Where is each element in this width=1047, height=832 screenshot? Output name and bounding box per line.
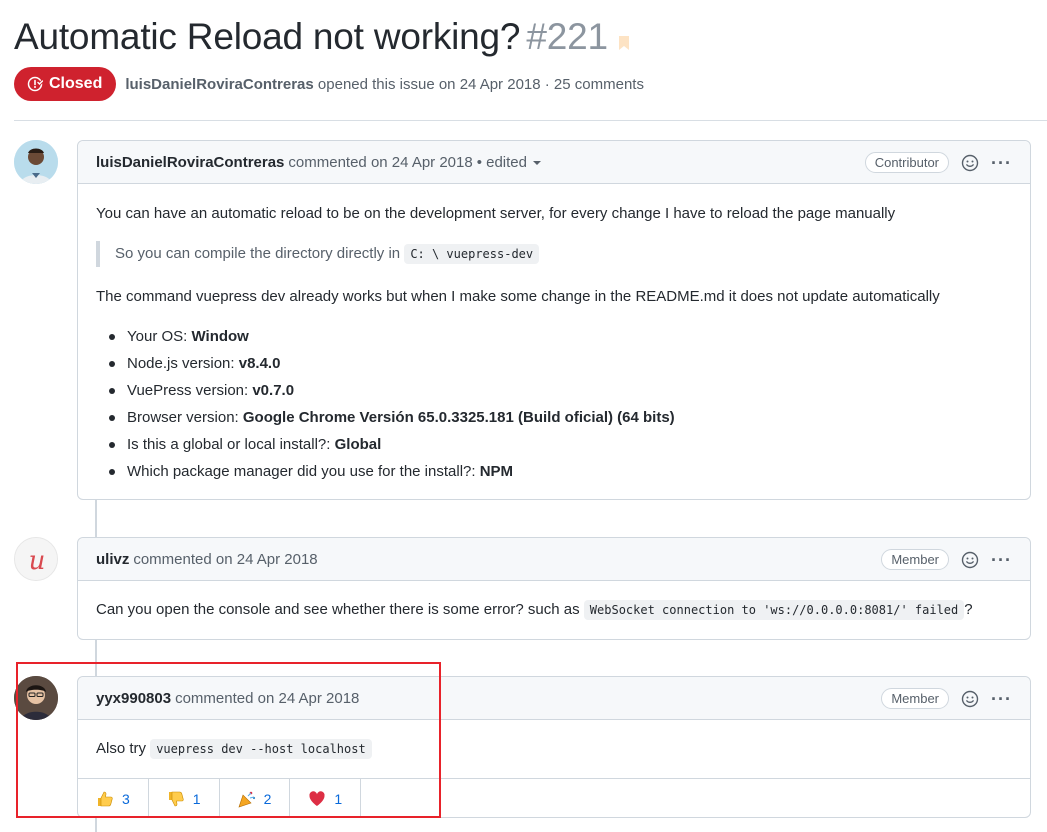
issue-title: Automatic Reload not working? #221 — [14, 16, 630, 60]
issue-author-link[interactable]: luisDanielRoviraContreras — [125, 76, 313, 93]
reaction-count: 2 — [263, 790, 272, 807]
bookmark-icon — [618, 18, 630, 60]
issue-meta-text: luisDanielRoviraContreras opened this is… — [125, 76, 644, 93]
role-badge: Member — [881, 549, 950, 570]
inline-code: C: \ vuepress-dev — [404, 244, 540, 264]
tada-icon — [238, 791, 255, 807]
status-label: Closed — [49, 75, 103, 92]
comment-author-link[interactable]: luisDanielRoviraContreras — [96, 154, 284, 171]
issue-title-text: Automatic Reload not working? — [14, 16, 521, 57]
kebab-menu-icon[interactable]: ··· — [991, 690, 1012, 708]
comment-paragraph: Also try vuepress dev --host localhost — [96, 739, 372, 759]
thumbs-up-icon — [98, 791, 113, 806]
kebab-menu-icon[interactable]: ··· — [991, 551, 1012, 569]
comment-paragraph: You can have an automatic reload to be o… — [96, 205, 896, 222]
header-divider — [14, 120, 1047, 121]
svg-text:u: u — [29, 546, 46, 576]
edited-dropdown[interactable]: • edited — [477, 154, 541, 171]
reactions-bar: 3 1 2 1 — [78, 778, 1030, 818]
list-item: Your OS: Window — [96, 323, 675, 350]
comment-header: ulivz commented on 24 Apr 2018 Member ··… — [78, 538, 1030, 581]
inline-code: vuepress dev --host localhost — [150, 739, 372, 759]
list-item: Which package manager did you use for th… — [96, 458, 675, 485]
comment-timestamp[interactable]: commented on 24 Apr 2018 — [288, 154, 472, 171]
avatar[interactable] — [14, 140, 58, 184]
comment-author-link[interactable]: yyx990803 — [96, 690, 171, 707]
smiley-icon[interactable] — [961, 690, 979, 708]
comment-timestamp[interactable]: commented on 24 Apr 2018 — [175, 690, 359, 707]
comment-card: luisDanielRoviraContreras commented on 2… — [77, 140, 1031, 500]
comment-card: ulivz commented on 24 Apr 2018 Member ··… — [77, 537, 1031, 640]
issue-closed-icon — [27, 76, 43, 92]
comment-card: yyx990803 commented on 24 Apr 2018 Membe… — [77, 676, 1031, 818]
comment-paragraph: Can you open the console and see whether… — [96, 600, 973, 620]
inline-code: WebSocket connection to 'ws://0.0.0.0:80… — [583, 600, 965, 620]
status-badge: Closed — [14, 67, 117, 101]
reaction-count: 1 — [334, 790, 343, 807]
reaction-thumbs-down[interactable]: 1 — [149, 779, 220, 818]
thumbs-down-icon — [168, 791, 184, 806]
list-item: Node.js version: v8.4.0 — [96, 350, 675, 377]
comment-author-link[interactable]: ulivz — [96, 551, 129, 568]
reaction-heart[interactable]: 1 — [290, 779, 362, 818]
blockquote: So you can compile the directory directl… — [96, 241, 540, 267]
list-item: Browser version: Google Chrome Versión 6… — [96, 404, 675, 431]
reaction-thumbs-up[interactable]: 3 — [78, 779, 149, 818]
reaction-tada[interactable]: 2 — [220, 779, 291, 818]
role-badge: Member — [881, 688, 950, 709]
issue-number: #221 — [526, 16, 608, 57]
avatar[interactable]: u — [14, 537, 58, 581]
comment-timestamp[interactable]: commented on 24 Apr 2018 — [133, 551, 317, 568]
smiley-icon[interactable] — [961, 154, 979, 172]
list-item: VuePress version: v0.7.0 — [96, 377, 675, 404]
bullet-list: Your OS: Window Node.js version: v8.4.0 … — [96, 323, 675, 485]
issue-meta-suffix: opened this issue on 24 Apr 2018 · 25 co… — [317, 75, 644, 93]
reaction-count: 3 — [122, 790, 130, 807]
heart-icon — [309, 790, 325, 806]
smiley-icon[interactable] — [961, 551, 979, 569]
comment-paragraph: The command vuepress dev already works b… — [96, 288, 940, 305]
issue-meta: Closed luisDanielRoviraContreras opened … — [14, 67, 644, 101]
list-item: Is this a global or local install?: Glob… — [96, 431, 675, 458]
kebab-menu-icon[interactable]: ··· — [991, 154, 1012, 172]
chevron-down-icon — [533, 160, 541, 165]
reaction-count: 1 — [192, 790, 201, 807]
comment-header: luisDanielRoviraContreras commented on 2… — [78, 141, 1030, 184]
avatar[interactable] — [14, 676, 58, 720]
role-badge: Contributor — [864, 152, 950, 173]
quote-text: So you can compile the directory directl… — [115, 245, 401, 262]
comment-header: yyx990803 commented on 24 Apr 2018 Membe… — [78, 677, 1030, 720]
